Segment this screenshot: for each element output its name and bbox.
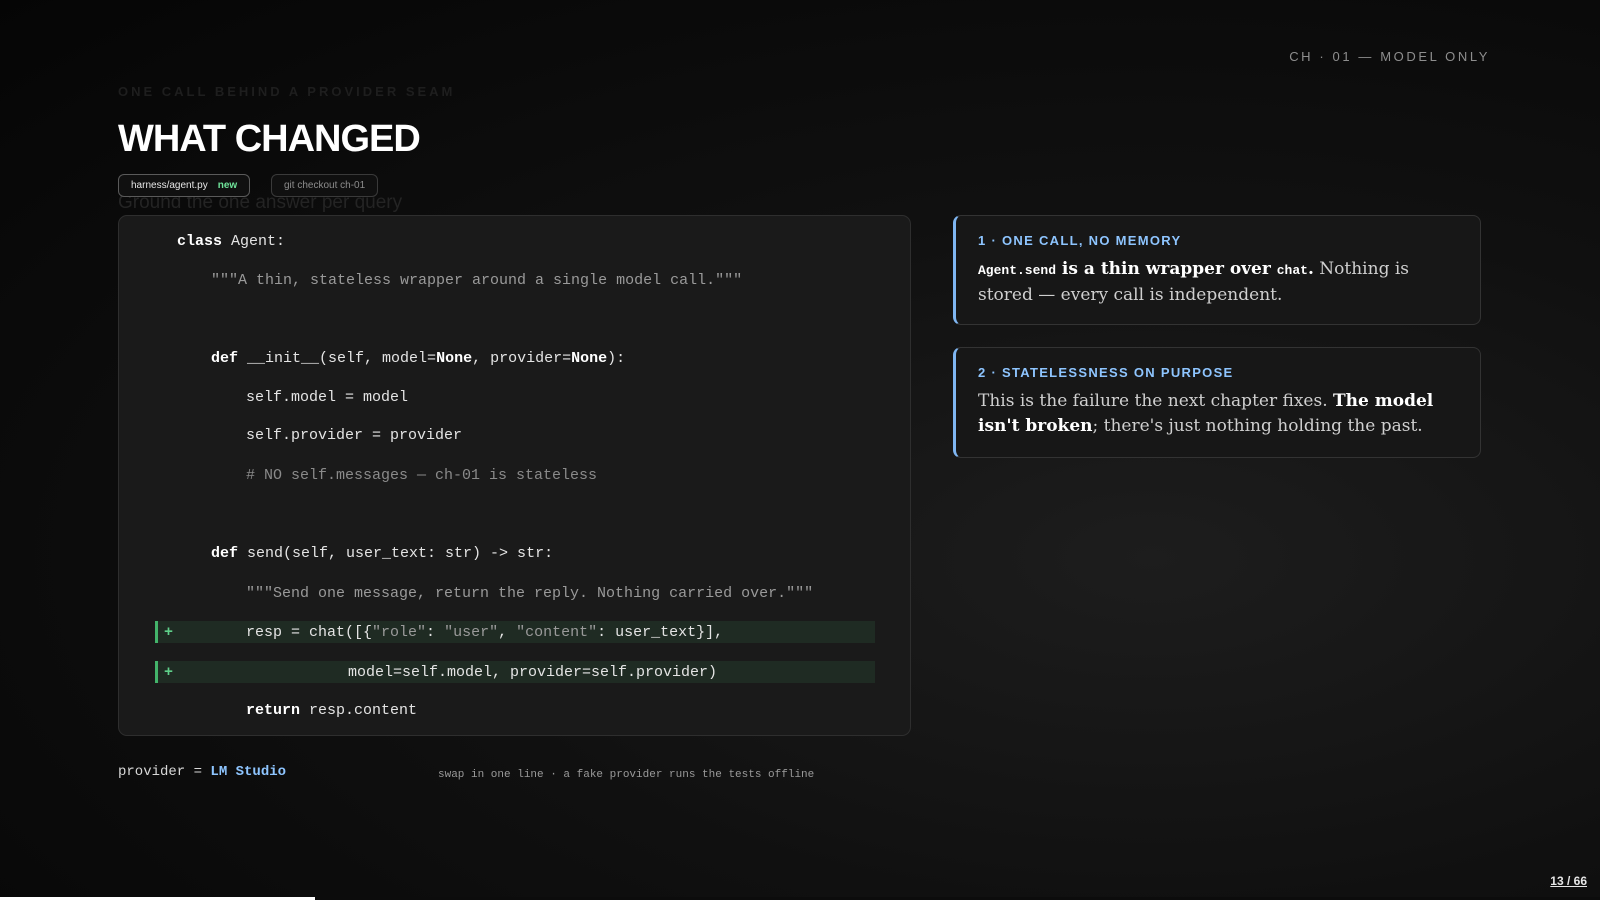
card-title: 1 · ONE CALL, NO MEMORY [978, 233, 1182, 248]
card-emphasis: is a thin wrapper over [1056, 259, 1277, 279]
card-title: 2 · STATELESSNESS ON PURPOSE [978, 365, 1234, 380]
code-string: "user" [444, 623, 499, 641]
code-text: send(self, user_text: str) -> str: [238, 544, 554, 562]
code-line: """Send one message, return the reply. N… [155, 582, 875, 604]
code-comment: # NO self.messages — ch-01 is stateless [246, 466, 598, 484]
docstring: """Send one message, return the reply. N… [246, 584, 814, 602]
provider-label: provider = [118, 764, 211, 780]
provider-value: LM Studio [210, 764, 287, 780]
code-keyword: def [211, 544, 239, 562]
code-panel: class Agent: """A thin, stateless wrappe… [118, 215, 911, 736]
code-line: class Agent: [155, 230, 875, 252]
code-line: self.provider = provider [155, 424, 875, 446]
code-text: __init__(self, model= [238, 349, 437, 367]
code-text: self.model = model [246, 388, 409, 406]
code-text: ): [607, 349, 626, 367]
code-text: , [498, 623, 517, 641]
file-chip: harness/agent.py new [118, 174, 251, 197]
code-text: , provider= [472, 349, 572, 367]
code-line: def send(self, user_text: str) -> str: [155, 542, 875, 564]
new-badge: new [217, 180, 238, 191]
code-keyword: def [211, 349, 239, 367]
faded-kicker: ONE CALL BEHIND A PROVIDER SEAM [118, 84, 456, 99]
inline-code: chat [1276, 263, 1308, 278]
file-path: harness/agent.py [131, 180, 208, 191]
card-body: Agent.send is a thin wrapper over chat. … [978, 257, 1458, 308]
code-string: "role" [372, 623, 427, 641]
slide-title: WHAT CHANGED [118, 118, 421, 160]
provider-note: swap in one line · a fake provider runs … [438, 769, 815, 781]
code-keyword: return [246, 701, 301, 719]
code-keyword: None [571, 349, 608, 367]
diff-added-line: + model=self.model, provider=self.provid… [155, 661, 875, 683]
diff-added-line: + resp = chat([{"role": "user", "content… [155, 621, 875, 643]
code-text: resp = chat([{ [246, 623, 373, 641]
card-text: ; there's just nothing holding the past. [1092, 416, 1423, 436]
page-number[interactable]: 13 / 66 [1550, 874, 1587, 888]
chapter-label: CH · 01 — MODEL ONLY [1289, 49, 1490, 64]
diff-plus-marker: + [164, 623, 174, 641]
code-line: """A thin, stateless wrapper around a si… [155, 269, 875, 291]
code-text: resp.content [300, 701, 418, 719]
code-text: Agent: [222, 232, 286, 250]
diff-plus-marker: + [164, 663, 174, 681]
code-text: self.provider = provider [246, 426, 463, 444]
code-text: : [426, 623, 445, 641]
code-line: self.model = model [155, 386, 875, 408]
provider-line: provider = LM Studio [118, 764, 286, 780]
note-card-statelessness: 2 · STATELESSNESS ON PURPOSE This is the… [953, 347, 1481, 458]
code-keyword: None [436, 349, 473, 367]
git-command-chip: git checkout ch-01 [271, 174, 379, 197]
code-line: def __init__(self, model=None, provider=… [155, 347, 875, 369]
card-text: This is the failure the next chapter fix… [978, 391, 1334, 411]
code-string: "content" [516, 623, 598, 641]
code-line: return resp.content [155, 699, 875, 721]
code-line: # NO self.messages — ch-01 is stateless [155, 464, 875, 486]
note-card-one-call: 1 · ONE CALL, NO MEMORY Agent.send is a … [953, 215, 1481, 325]
docstring: """A thin, stateless wrapper around a si… [211, 271, 743, 289]
inline-code: Agent.send [978, 263, 1057, 278]
code-text: : user_text}], [597, 623, 724, 641]
code-text: model=self.model, provider=self.provider… [348, 663, 718, 681]
card-body: This is the failure the next chapter fix… [978, 389, 1458, 439]
code-keyword: class [177, 232, 223, 250]
